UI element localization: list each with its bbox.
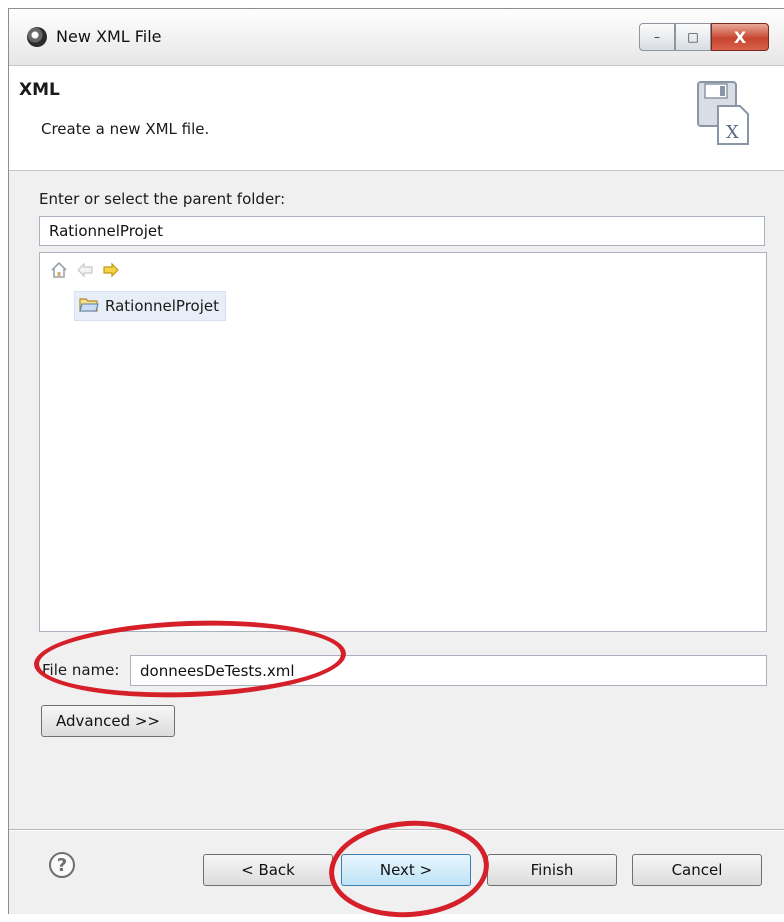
wizard-banner: XML Create a new XML file. X	[9, 66, 784, 171]
help-icon[interactable]: ?	[49, 852, 75, 878]
parent-folder-input[interactable]	[39, 216, 765, 246]
file-name-label: File name:	[42, 661, 120, 679]
wizard-description: Create a new XML file.	[41, 120, 210, 138]
home-icon[interactable]	[50, 261, 68, 279]
footer-divider-highlight	[9, 830, 784, 831]
cancel-button[interactable]: Cancel	[632, 854, 762, 886]
minimize-button[interactable]: –	[639, 23, 675, 51]
dialog-window: New XML File – □ X XML Create a new XML …	[8, 8, 784, 922]
file-name-input[interactable]	[130, 655, 767, 686]
open-project-folder-icon	[79, 295, 99, 317]
tree-item-rationnelprojet[interactable]: RationnelProjet	[74, 291, 226, 321]
xml-file-wizard-icon: X	[697, 81, 749, 145]
parent-folder-label: Enter or select the parent folder:	[39, 190, 286, 208]
finish-button[interactable]: Finish	[487, 854, 617, 886]
eclipse-app-icon	[27, 27, 47, 47]
forward-arrow-icon[interactable]	[102, 261, 120, 279]
maximize-button[interactable]: □	[675, 23, 711, 51]
window-controls: – □ X	[639, 23, 769, 51]
window-title: New XML File	[56, 27, 162, 46]
wizard-icon-letter: X	[726, 122, 739, 143]
tree-toolbar	[50, 261, 120, 279]
title-bar: New XML File – □ X	[9, 9, 784, 66]
wizard-title: XML	[19, 80, 60, 100]
back-button[interactable]: < Back	[203, 854, 333, 886]
close-button[interactable]: X	[711, 23, 769, 51]
advanced-button[interactable]: Advanced >>	[41, 705, 175, 737]
next-button[interactable]: Next >	[341, 854, 471, 886]
back-arrow-icon[interactable]	[76, 261, 94, 279]
folder-tree[interactable]: RationnelProjet	[39, 252, 767, 632]
tree-item-label: RationnelProjet	[105, 297, 219, 315]
